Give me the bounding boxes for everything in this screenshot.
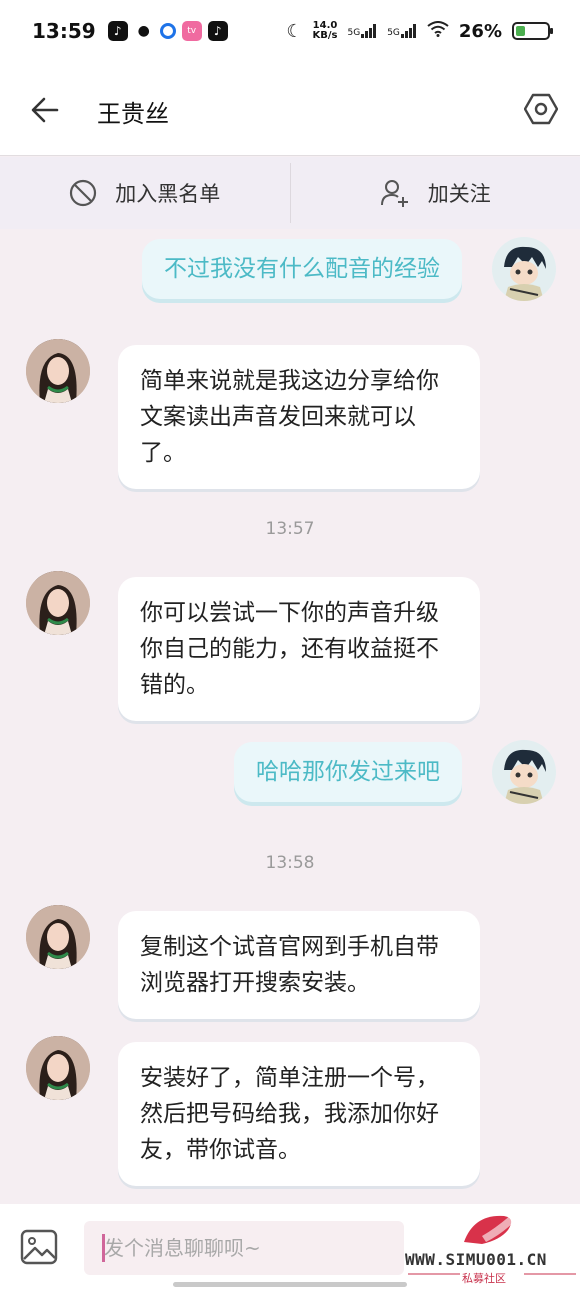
woman-avatar-image xyxy=(26,1036,90,1100)
anime-avatar-image xyxy=(492,740,556,804)
message-input[interactable] xyxy=(84,1221,404,1275)
follow-button[interactable]: 加关注 xyxy=(291,157,580,229)
signal-icon: 5G xyxy=(387,24,417,38)
woman-avatar-image xyxy=(26,339,90,403)
timestamp: 13:58 xyxy=(265,853,315,873)
wifi-icon xyxy=(427,20,449,42)
moon-icon: ☾ xyxy=(286,20,303,42)
header: 王贵丝 xyxy=(0,62,580,156)
contact-avatar[interactable] xyxy=(26,571,90,635)
back-button[interactable] xyxy=(30,95,60,125)
block-icon xyxy=(70,179,97,207)
my-avatar[interactable] xyxy=(492,237,556,301)
message-bubble-received[interactable]: 复制这个试音官网到手机自带浏览器打开搜索安装。 xyxy=(118,911,480,1019)
chat-area[interactable]: 不过我没有什么配音的经验 简单来说就是我这边分享给你文案读出声音发回来就可以了。… xyxy=(0,229,580,1204)
watermark-url: WWW.SIMU001.CN xyxy=(405,1250,547,1269)
image-picker-button[interactable] xyxy=(20,1229,58,1265)
status-bar: 13:59 ♪ ● tv ♪ ☾ 14.0 KB/s 5G 5G 26% xyxy=(0,0,580,62)
tiktok-icon: ♪ xyxy=(207,21,228,41)
status-time: 13:59 xyxy=(32,19,96,43)
woman-avatar-image xyxy=(26,905,90,969)
contact-avatar[interactable] xyxy=(26,339,90,403)
action-bar: 加入黑名单 加关注 xyxy=(0,157,580,229)
message-bubble-sent[interactable]: 哈哈那你发过来吧 xyxy=(234,742,462,802)
hexagon-settings-icon xyxy=(523,93,559,125)
anime-avatar-image xyxy=(492,237,556,301)
home-indicator[interactable] xyxy=(173,1282,407,1287)
message-bubble-received[interactable]: 你可以尝试一下你的声音升级你自己的能力，还有收益挺不错的。 xyxy=(118,577,480,721)
blacklist-label: 加入黑名单 xyxy=(115,182,221,206)
message-bubble-sent[interactable]: 不过我没有什么配音的经验 xyxy=(142,239,462,299)
my-avatar[interactable] xyxy=(492,740,556,804)
woman-avatar-image xyxy=(26,571,90,635)
signal-icon: 5G xyxy=(348,24,378,38)
contact-avatar[interactable] xyxy=(26,905,90,969)
page-title: 王贵丝 xyxy=(97,100,169,128)
browser-icon xyxy=(159,23,176,39)
image-icon xyxy=(20,1229,58,1265)
settings-button[interactable] xyxy=(523,92,559,126)
arrow-left-icon xyxy=(31,97,59,123)
text-caret xyxy=(102,1234,105,1262)
battery-percent: 26% xyxy=(458,20,502,42)
watermark-subtitle: 私募社区 xyxy=(462,1272,506,1285)
tiktok-icon: ♪ xyxy=(107,21,128,41)
bilibili-icon: tv xyxy=(181,21,202,41)
net-speed: 14.0 KB/s xyxy=(312,20,338,41)
battery-icon xyxy=(512,22,553,40)
follow-label: 加关注 xyxy=(427,182,491,206)
contact-avatar[interactable] xyxy=(26,1036,90,1100)
timestamp: 13:57 xyxy=(265,519,315,539)
message-bubble-received[interactable]: 安装好了，简单注册一个号，然后把号码给我，我添加你好友，带你试音。 xyxy=(118,1042,480,1186)
qq-penguin-icon: ● xyxy=(133,21,154,41)
blacklist-button[interactable]: 加入黑名单 xyxy=(0,157,290,229)
message-bubble-received[interactable]: 简单来说就是我这边分享给你文案读出声音发回来就可以了。 xyxy=(118,345,480,489)
add-user-icon xyxy=(380,180,408,207)
